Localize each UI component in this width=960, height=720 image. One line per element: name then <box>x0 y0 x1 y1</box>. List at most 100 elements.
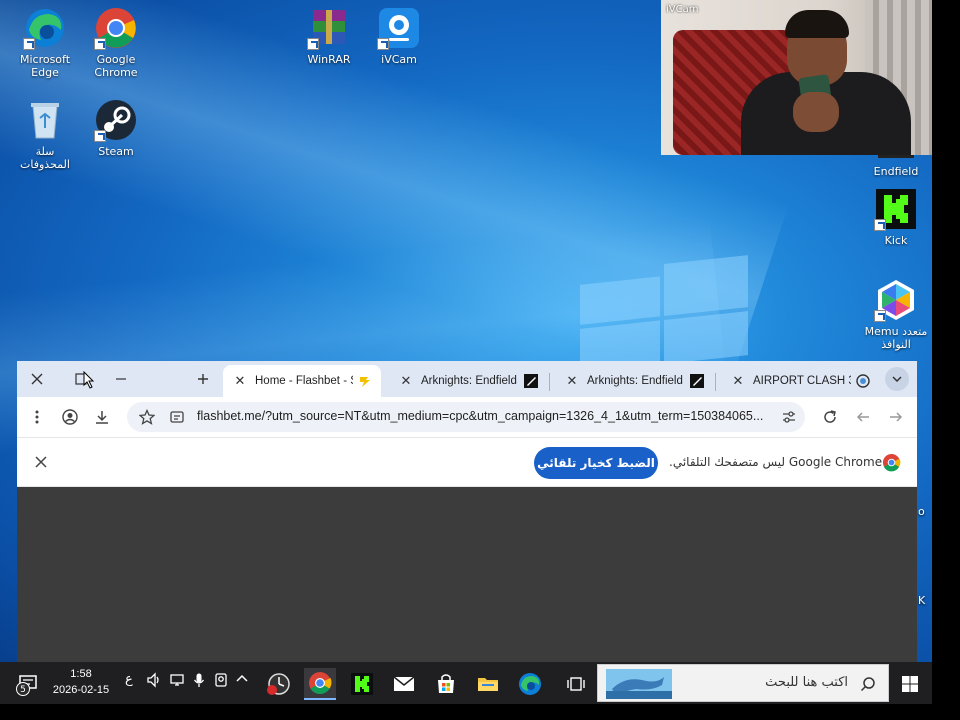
start-button[interactable] <box>894 668 926 700</box>
infobar-close-button[interactable] <box>31 452 51 472</box>
tab-title: Arknights: Endfield - <box>421 375 519 387</box>
tab-close-icon[interactable]: ✕ <box>563 372 581 390</box>
flashbet-favicon <box>357 373 373 389</box>
set-as-default-button[interactable]: الضبط كخيار تلقائي <box>534 447 658 479</box>
minimize-window-button[interactable] <box>107 367 135 391</box>
desktop-icon-recycle-bin[interactable]: سلة المحذوفات <box>10 98 80 171</box>
notification-count-badge: 5 <box>16 682 30 696</box>
page-content[interactable] <box>17 487 917 662</box>
network-icon[interactable] <box>169 672 185 692</box>
desktop-icon-label: Microsoft Edge <box>19 53 71 79</box>
default-browser-infobar: الضبط كخيار تلقائي Google Chrome ليس متص… <box>17 437 917 487</box>
star-icon <box>139 409 155 425</box>
close-icon <box>35 456 47 468</box>
profile-button[interactable] <box>58 405 82 429</box>
shortcut-arrow-icon <box>307 38 319 50</box>
reload-icon <box>824 410 836 423</box>
desktop-icon-ivcam[interactable]: iVCam <box>364 6 434 66</box>
minimize-icon <box>116 378 126 380</box>
kick-icon <box>874 187 918 231</box>
profile-icon <box>62 409 78 425</box>
tab-airport-clash[interactable]: ✕ AIRPORT CLASH 3D - <box>721 365 879 397</box>
tab-strip: ✕ Home - Flashbet - Sp ✕ Arknights: Endf… <box>17 361 917 397</box>
menu-button[interactable] <box>25 405 49 429</box>
desktop-icon-steam[interactable]: Steam <box>81 98 151 158</box>
taskbar-search-box[interactable]: اكتب هنا للبحث <box>597 664 889 702</box>
endfield-favicon <box>689 373 705 389</box>
desktop-icon-chrome[interactable]: Google Chrome <box>81 6 151 79</box>
recycle-bin-icon <box>23 98 67 142</box>
endfield-favicon <box>523 373 539 389</box>
store-icon <box>438 674 454 693</box>
shortcut-arrow-icon <box>94 38 106 50</box>
file-explorer-icon <box>478 678 498 691</box>
screen-edge <box>932 0 960 704</box>
task-view-button[interactable] <box>560 668 592 700</box>
tab-close-icon[interactable]: ✕ <box>397 372 415 390</box>
url-text[interactable]: flashbet.me/?utm_source=NT&utm_medium=cp… <box>197 409 773 423</box>
bookmark-button[interactable] <box>135 405 159 429</box>
desktop-icon-label: Google Chrome <box>94 53 138 79</box>
notification-center-button[interactable]: 5 <box>12 668 44 700</box>
edge-icon <box>23 6 67 50</box>
webcam-person-hand <box>793 92 839 132</box>
chrome-icon <box>94 6 138 50</box>
browser-toolbar: flashbet.me/?utm_source=NT&utm_medium=cp… <box>17 397 917 437</box>
taskbar-app-kick[interactable] <box>346 668 378 700</box>
camera-app-icon[interactable] <box>213 672 229 692</box>
winrar-icon <box>307 6 351 50</box>
clock[interactable]: 1:58 2026-02-15 <box>48 666 114 698</box>
tab-flashbet[interactable]: ✕ Home - Flashbet - Sp <box>223 365 381 397</box>
desktop-icon-label: Kick <box>884 234 908 247</box>
taskbar-app-file-explorer[interactable] <box>472 668 504 700</box>
tab-arknights-1[interactable]: ✕ Arknights: Endfield - <box>389 365 547 397</box>
chevron-up-icon <box>236 674 248 682</box>
close-window-button[interactable] <box>23 367 51 391</box>
taskbar-app-timer[interactable] <box>262 668 294 700</box>
desktop-icon-edge[interactable]: Microsoft Edge <box>10 6 80 79</box>
volume-icon[interactable] <box>146 672 162 692</box>
desktop-icon-winrar[interactable]: WinRAR <box>294 6 364 66</box>
ivcam-icon <box>377 6 421 50</box>
tab-close-icon[interactable]: ✕ <box>231 372 249 390</box>
wallpaper-windows-logo <box>580 255 748 373</box>
shortcut-arrow-icon <box>94 130 106 142</box>
site-info-button[interactable] <box>165 405 189 429</box>
globe-favicon <box>855 373 871 389</box>
webcam-overlay[interactable]: iVCam <box>661 0 937 155</box>
downloads-button[interactable] <box>90 405 114 429</box>
desktop-icon-label: Steam <box>98 145 134 158</box>
back-button[interactable] <box>851 405 875 429</box>
taskbar-app-edge[interactable] <box>514 668 546 700</box>
mouse-cursor-icon <box>83 370 95 393</box>
tune-button[interactable] <box>777 405 801 429</box>
desktop-icon-label: iVCam <box>381 53 417 66</box>
memu-icon <box>874 278 918 322</box>
partial-icon-label: K <box>918 594 926 607</box>
forward-button[interactable] <box>884 405 908 429</box>
taskbar-app-store[interactable] <box>430 668 462 700</box>
partial-icon-label: o <box>918 505 925 518</box>
reload-button[interactable] <box>818 405 842 429</box>
clock-time: 1:58 <box>70 668 92 680</box>
search-highlight-dolphin-icon <box>606 669 672 699</box>
clock-date: 2026-02-15 <box>52 684 110 696</box>
taskbar-app-chrome[interactable] <box>304 668 336 700</box>
chrome-window[interactable]: ✕ Home - Flashbet - Sp ✕ Arknights: Endf… <box>17 361 917 662</box>
tab-arknights-2[interactable]: ✕ Arknights: Endfield - <box>555 365 713 397</box>
input-language-indicator[interactable]: ع <box>125 672 133 687</box>
desktop-icon-kick[interactable]: Kick <box>861 187 931 247</box>
tab-search-button[interactable] <box>885 367 909 391</box>
chrome-icon <box>882 453 901 472</box>
kick-icon <box>351 673 373 695</box>
show-hidden-icons-button[interactable] <box>235 672 249 690</box>
search-placeholder: اكتب هنا للبحث <box>765 675 848 690</box>
tab-close-icon[interactable]: ✕ <box>729 372 747 390</box>
microphone-icon[interactable] <box>191 672 207 692</box>
desktop-icon-memu[interactable]: Memu متعدد النوافذ <box>861 278 931 351</box>
address-bar[interactable]: flashbet.me/?utm_source=NT&utm_medium=cp… <box>127 402 805 432</box>
search-icon <box>860 677 875 692</box>
taskbar-app-mail[interactable] <box>388 668 420 700</box>
desktop-icon-label: WinRAR <box>307 53 351 66</box>
new-tab-button[interactable] <box>189 367 217 391</box>
